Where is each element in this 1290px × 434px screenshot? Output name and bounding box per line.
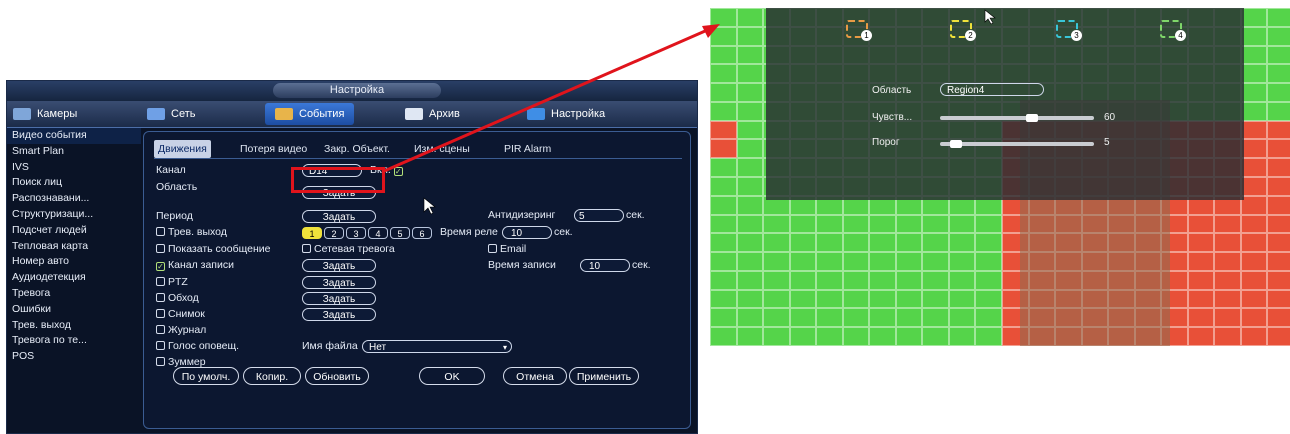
arrow-line (381, 26, 713, 174)
mouse-cursor-icon (423, 197, 436, 215)
overlay-cursor-icon (984, 9, 996, 25)
pointer-arrow (381, 9, 996, 215)
arrow-head (702, 24, 720, 38)
